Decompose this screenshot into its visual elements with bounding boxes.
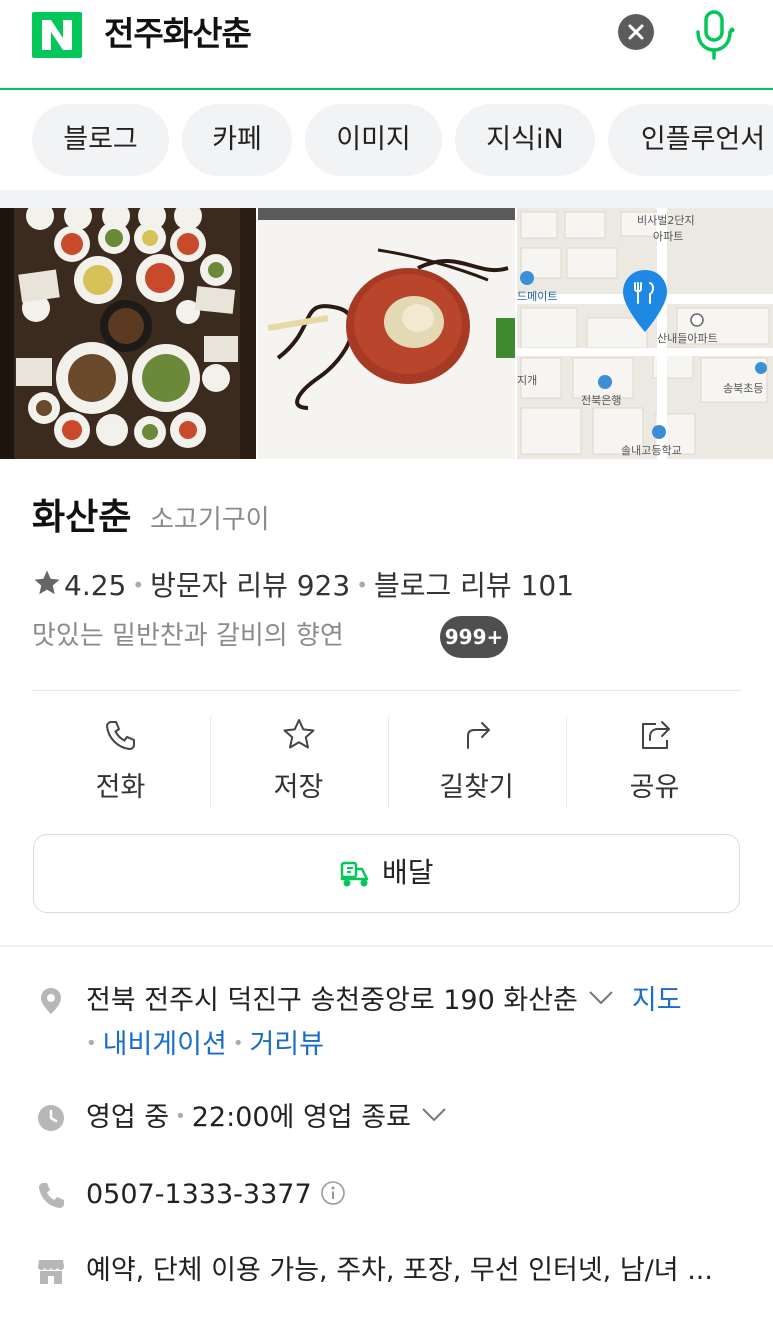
directions-label: 길찾기 (439, 772, 514, 803)
section-separator (0, 190, 773, 208)
map-label: 송북초등 (723, 382, 763, 395)
separator-dot: • (175, 1106, 186, 1127)
side-dishes-image (0, 208, 256, 459)
tab-knowledge-in[interactable]: 지식iN (455, 104, 595, 176)
photo-count-badge[interactable]: 999+ (440, 616, 508, 658)
hours-close: 22:00에 영업 종료 (191, 1102, 411, 1133)
address-row: 전북 전주시 덕진구 송천중앙로 190 화산춘 지도 (86, 980, 682, 1022)
call-label: 전화 (95, 772, 146, 803)
map-label: 전북은행 (581, 394, 621, 407)
phone-number[interactable]: 0507-1333-3377 (86, 1179, 312, 1210)
map-label: 솔내고등학교 (621, 444, 682, 457)
map-link[interactable]: 지도 (632, 985, 682, 1016)
save-button[interactable]: 저장 (210, 712, 387, 812)
separator-dot: • (356, 573, 368, 597)
divider (32, 690, 741, 691)
delivery-scooter-icon (340, 861, 369, 887)
section-separator (0, 945, 773, 947)
search-header: 전주화산춘 (0, 0, 773, 90)
photo-strip: 비사벌2단지 아파트 드메이트 산내들아파트 지개 전북은행 송북초등 솔내고등… (0, 208, 773, 658)
share-label: 공유 (629, 772, 680, 803)
tab-cafe[interactable]: 카페 (182, 104, 292, 176)
tab-influencer[interactable]: 인플루언서 (608, 104, 773, 176)
location-pin-icon (41, 988, 61, 1014)
star-icon (34, 570, 60, 595)
voice-search-button[interactable] (690, 6, 738, 62)
separator-dot: • (132, 573, 145, 597)
food-photo-tartare[interactable] (258, 208, 515, 459)
delivery-button[interactable]: 배달 (33, 834, 740, 913)
phone-row: 0507-1333-3377 (86, 1174, 346, 1216)
directions-arrow-icon (467, 722, 490, 749)
location-map-preview[interactable]: 비사벌2단지 아파트 드메이트 산내들아파트 지개 전북은행 송북초등 솔내고등… (517, 208, 773, 459)
naver-n-icon (42, 20, 72, 50)
share-button[interactable]: 공유 (566, 712, 743, 812)
tab-images[interactable]: 이미지 (305, 104, 442, 176)
place-description: 맛있는 밑반찬과 갈비의 향연 (32, 621, 344, 651)
call-button[interactable]: 전화 (32, 712, 209, 812)
microphone-icon (696, 10, 735, 60)
visitor-reviews-link[interactable]: 방문자 리뷰 923 (150, 569, 350, 602)
tartare-image (258, 208, 515, 459)
address-text[interactable]: 전북 전주시 덕진구 송천중앙로 190 화산춘 (86, 985, 578, 1016)
clear-search-button[interactable] (618, 14, 654, 50)
tab-blog[interactable]: 블로그 (32, 104, 169, 176)
info-icon[interactable] (320, 1180, 346, 1206)
chevron-down-icon[interactable] (421, 1107, 447, 1123)
place-category: 소고기구이 (150, 505, 270, 535)
map-image: 비사벌2단지 아파트 드메이트 산내들아파트 지개 전북은행 송북초등 솔내고등… (517, 208, 773, 459)
map-label: 드메이트 (517, 290, 557, 303)
separator-dot: • (232, 1033, 244, 1054)
map-label: 지개 (517, 374, 537, 387)
rating-value: 4.25 (64, 569, 127, 602)
address-links-row: • 내비게이션 • 거리뷰 (86, 1024, 324, 1069)
search-tabs: 블로그 카페 이미지 지식iN 인플루언서 (0, 104, 773, 176)
amenities-text[interactable]: 예약, 단체 이용 가능, 주차, 포장, 무선 인터넷, 남/녀 ... (86, 1250, 713, 1292)
naver-logo[interactable] (32, 12, 82, 58)
chevron-down-icon[interactable] (588, 990, 614, 1006)
star-outline-icon (283, 719, 315, 749)
share-icon (642, 721, 670, 749)
hours-status: 영업 중 (86, 1102, 170, 1133)
place-name[interactable]: 화산춘 (32, 494, 131, 542)
street-view-link[interactable]: 거리뷰 (249, 1029, 324, 1060)
clock-icon (38, 1105, 64, 1131)
close-icon (628, 24, 644, 40)
rating-row: 4.25 • 방문자 리뷰 923 • 블로그 리뷰 101 (32, 564, 574, 608)
blog-reviews-link[interactable]: 블로그 리뷰 101 (374, 569, 574, 602)
phone-filled-icon (39, 1183, 64, 1208)
store-icon (38, 1260, 64, 1284)
food-photo-side-dishes[interactable] (0, 208, 256, 459)
search-query[interactable]: 전주화산춘 (104, 12, 252, 56)
map-label: 산내들아파트 (657, 332, 718, 345)
delivery-label: 배달 (382, 856, 434, 889)
navigation-link[interactable]: 내비게이션 (103, 1029, 227, 1060)
map-label: 아파트 (653, 230, 683, 243)
save-label: 저장 (273, 772, 324, 803)
phone-icon (105, 721, 135, 751)
map-label: 비사벌2단지 (637, 214, 695, 227)
directions-button[interactable]: 길찾기 (388, 712, 565, 812)
separator-dot: • (86, 1033, 97, 1054)
hours-row[interactable]: 영업 중 • 22:00에 영업 종료 (86, 1097, 447, 1142)
